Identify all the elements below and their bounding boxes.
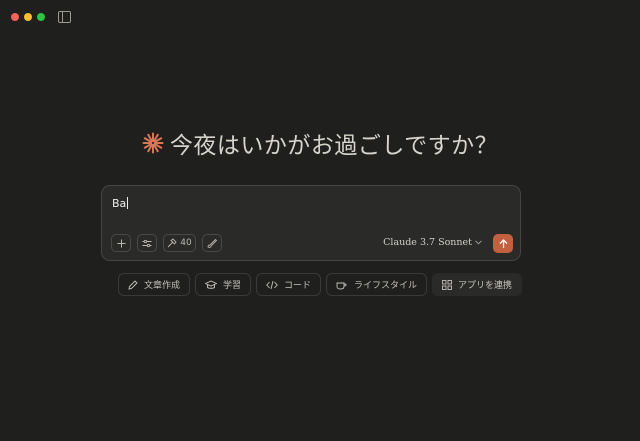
suggestion-label: コード	[283, 281, 311, 291]
coffee-icon	[336, 282, 347, 289]
suggestion-writing[interactable]: 文章作成	[117, 273, 190, 296]
window-controls	[11, 13, 45, 21]
brush-button[interactable]	[202, 234, 222, 252]
greeting-title: 今夜はいかがお過ごしですか？	[169, 133, 499, 159]
suggestion-chips: 文章作成 学習 コード ライフスタイル アプリを連携	[0, 273, 640, 296]
suggestion-code[interactable]: コード	[255, 273, 321, 296]
suggestion-label: アプリを連携	[458, 281, 513, 291]
plus-icon	[117, 239, 125, 247]
sidebar-toggle-icon[interactable]	[58, 11, 71, 23]
graduation-cap-icon	[204, 280, 217, 289]
brush-icon	[207, 238, 217, 248]
send-button[interactable]	[493, 234, 513, 253]
zoom-button[interactable]	[37, 13, 45, 21]
minimize-button[interactable]	[24, 13, 32, 21]
greeting: 今夜はいかがお過ごしですか？	[0, 126, 640, 160]
arrow-up-icon	[499, 238, 507, 248]
settings-button[interactable]	[137, 234, 157, 252]
message-input-value: Ba	[112, 197, 127, 210]
suggestion-learning[interactable]: 学習	[194, 273, 251, 296]
tools-count: 40	[180, 238, 192, 248]
message-input[interactable]: Ba	[112, 197, 129, 210]
model-selector[interactable]: Claude 3.7 Sonnet	[383, 237, 482, 248]
hammer-icon	[167, 238, 177, 248]
grid-icon	[442, 279, 452, 290]
text-caret	[127, 197, 129, 209]
tools-button[interactable]: 40	[163, 234, 196, 252]
model-name: Claude 3.7 Sonnet	[383, 237, 472, 248]
pencil-icon	[128, 279, 138, 290]
chevron-down-icon	[475, 240, 482, 245]
suggestion-connect-apps[interactable]: アプリを連携	[432, 273, 523, 296]
add-button[interactable]	[111, 234, 131, 252]
code-icon	[266, 280, 278, 289]
close-button[interactable]	[11, 13, 19, 21]
message-composer: Ba 40 Claude 3.7 Sonnet	[101, 185, 521, 261]
sliders-icon	[142, 239, 152, 247]
claude-spark-icon	[142, 132, 164, 154]
suggestion-lifestyle[interactable]: ライフスタイル	[326, 273, 428, 296]
suggestion-label: 学習	[222, 281, 241, 291]
suggestion-label: 文章作成	[143, 281, 180, 291]
suggestion-label: ライフスタイル	[354, 281, 418, 291]
